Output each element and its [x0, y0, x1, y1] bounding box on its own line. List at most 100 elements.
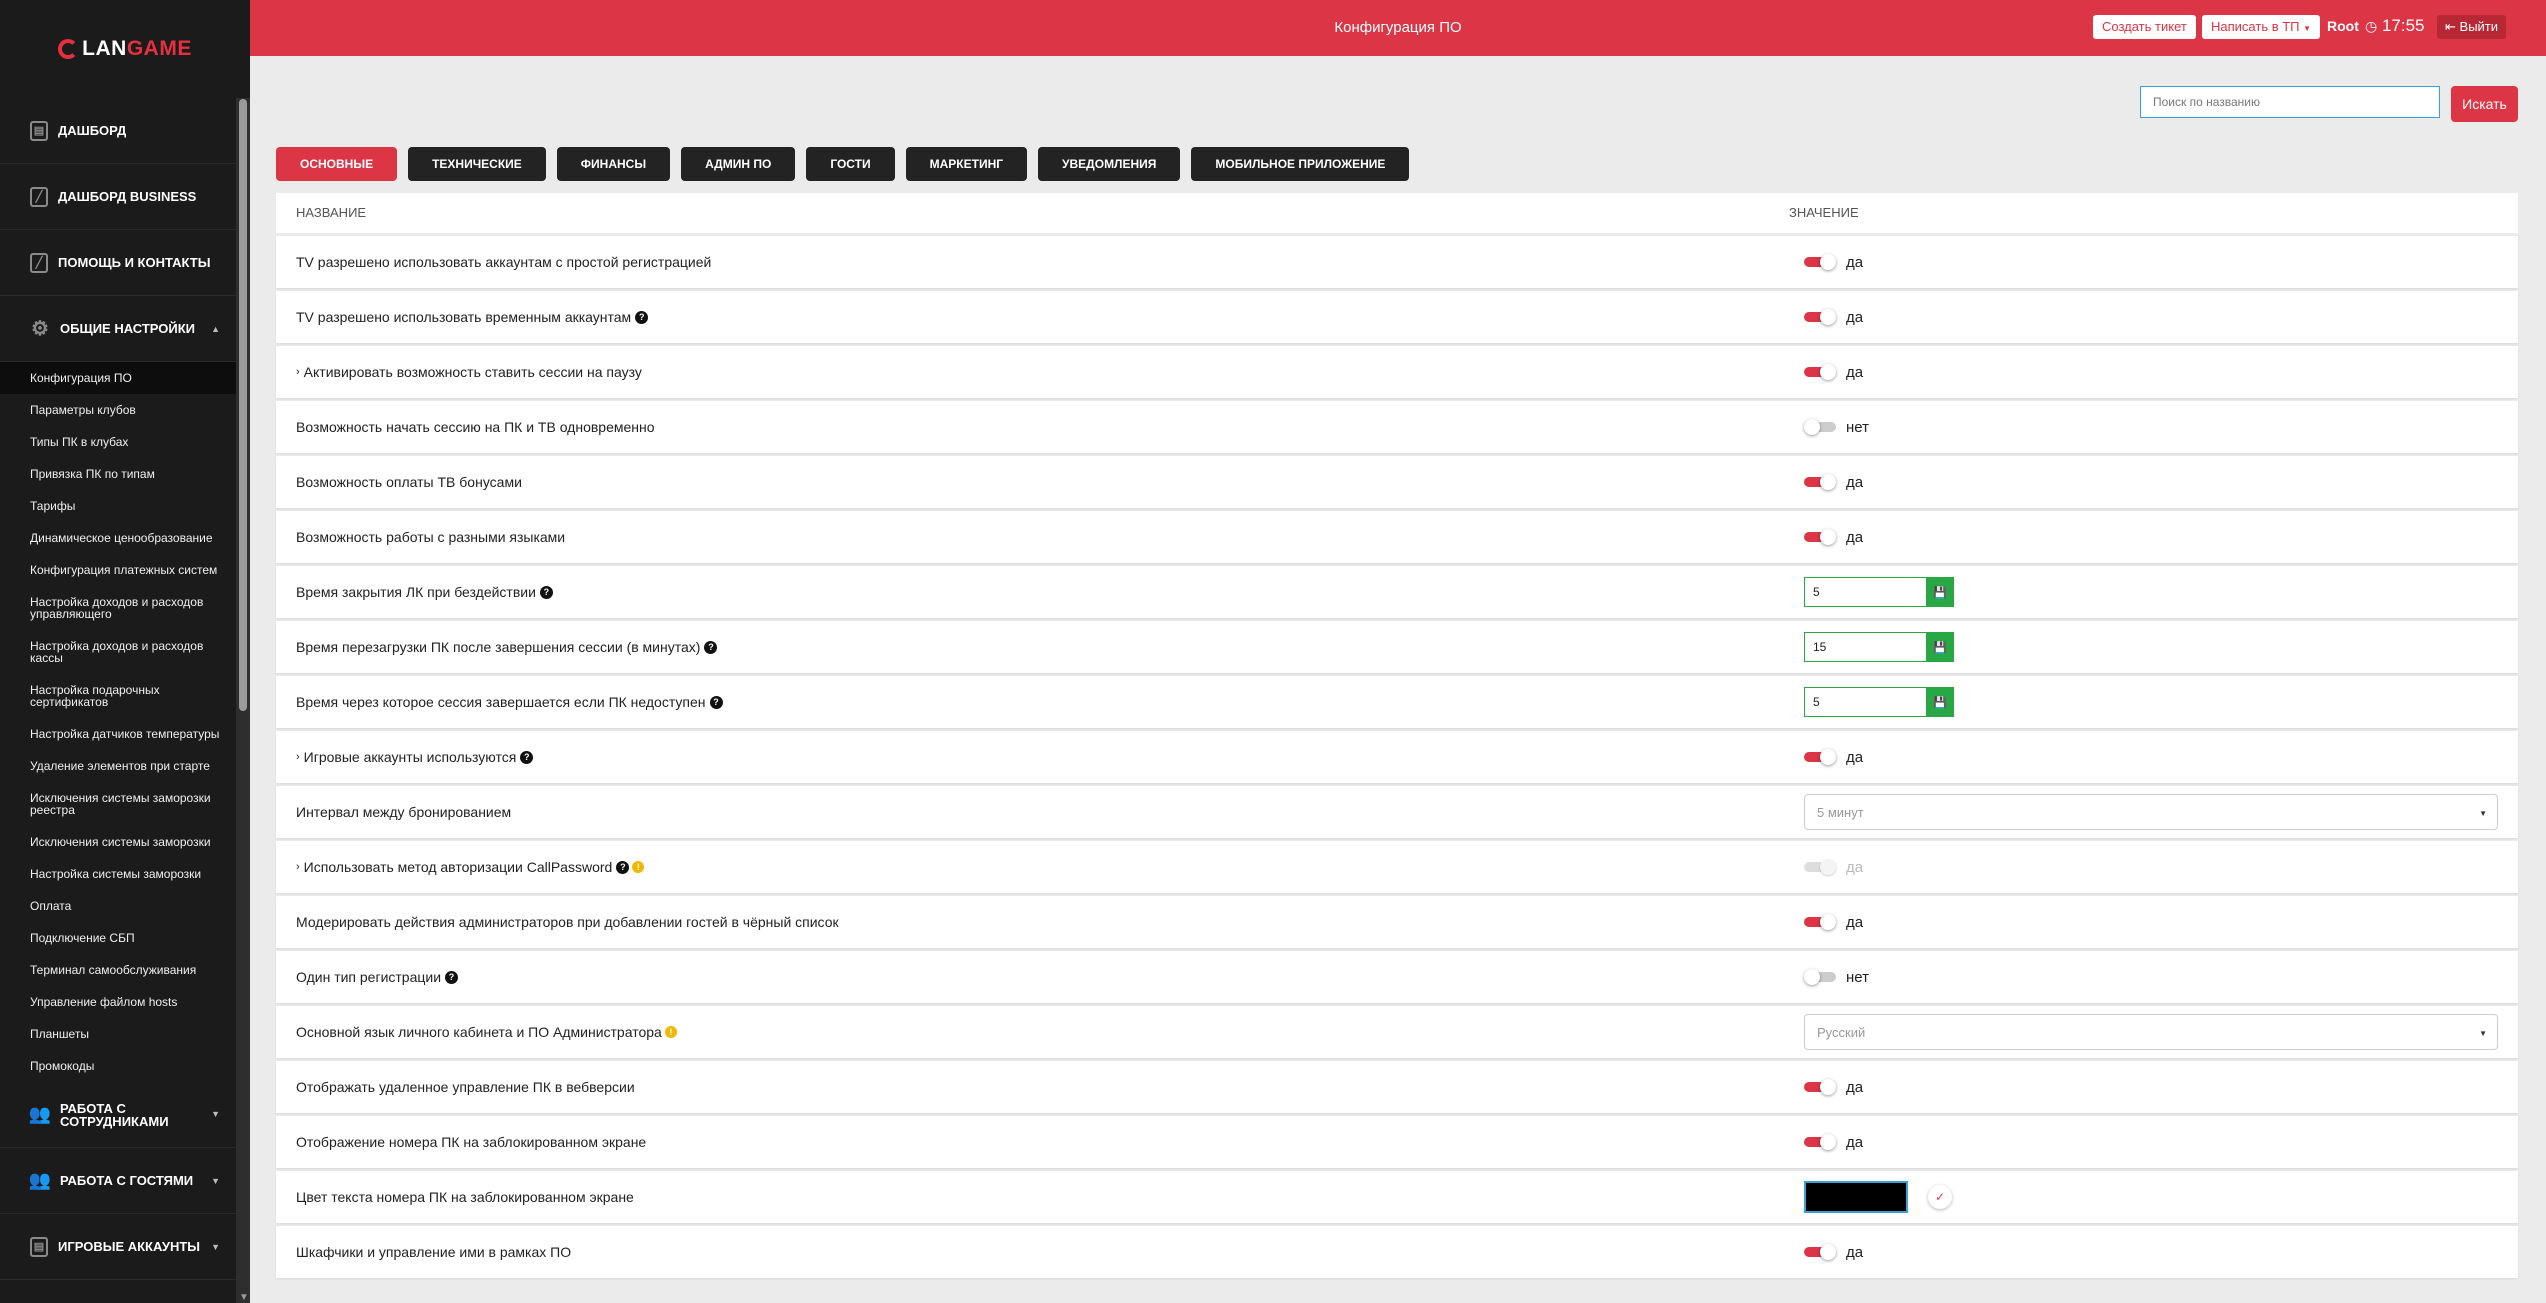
color-picker-swatch[interactable]: [1804, 1181, 1908, 1213]
user-name[interactable]: Root: [2327, 18, 2359, 34]
save-icon[interactable]: 💾: [1926, 687, 1954, 717]
sidebar-item-staff[interactable]: 👥 РАБОТА С СОТРУДНИКАМИ ▼: [0, 1082, 236, 1148]
sidebar-subitem-freeze-exceptions[interactable]: Исключения системы заморозки: [0, 826, 236, 858]
setting-toggle[interactable]: [1804, 749, 1836, 765]
tab-main[interactable]: ОСНОВНЫЕ: [276, 147, 398, 181]
sidebar-subitem-freeze-settings[interactable]: Настройка системы заморозки: [0, 858, 236, 890]
logout-button[interactable]: ⇤ Выйти: [2437, 15, 2507, 39]
sidebar-subitem-tariffs[interactable]: Тарифы: [0, 490, 236, 522]
sidebar-scrollbar-thumb[interactable]: [239, 99, 247, 711]
warning-icon[interactable]: !: [664, 1026, 677, 1038]
sidebar-item-guests[interactable]: 👥 РАБОТА С ГОСТЯМИ ▼: [0, 1148, 236, 1214]
search-input[interactable]: [2140, 86, 2440, 118]
help-icon[interactable]: ?: [520, 750, 534, 764]
sidebar-subitem-pc-binding[interactable]: Привязка ПК по типам: [0, 458, 236, 490]
save-icon[interactable]: 💾: [1926, 577, 1954, 607]
tab-admin-software[interactable]: АДМИН ПО: [681, 147, 796, 181]
setting-toggle[interactable]: [1804, 474, 1836, 490]
table-row: Возможность оплаты ТВ бонусами да: [276, 456, 2518, 508]
toggle-label: да: [1846, 253, 1864, 271]
sidebar-scrollbar[interactable]: ▼: [236, 98, 250, 1303]
sidebar-subitem-club-params[interactable]: Параметры клубов: [0, 394, 236, 426]
setting-toggle[interactable]: [1804, 419, 1836, 435]
setting-number-input[interactable]: [1804, 687, 1926, 717]
sidebar-item-help[interactable]: ╱ ПОМОЩЬ И КОНТАКТЫ: [0, 230, 236, 296]
save-icon[interactable]: 💾: [1926, 632, 1954, 662]
sidebar-subitem-cash-finance[interactable]: Настройка доходов и расходов кассы: [0, 630, 236, 674]
warning-icon[interactable]: !: [632, 861, 645, 873]
sidebar-subitem-payment[interactable]: Оплата: [0, 890, 236, 922]
tab-guests[interactable]: ГОСТИ: [806, 147, 895, 181]
setting-toggle[interactable]: [1804, 364, 1836, 380]
sidebar-subitem-gift-certificates[interactable]: Настройка подарочных сертификатов: [0, 674, 236, 718]
create-ticket-button[interactable]: Создать тикет: [2093, 15, 2196, 39]
sidebar-item-dashboard-business[interactable]: ╱ ДАШБОРД BUSINESS: [0, 164, 236, 230]
setting-name: Возможность работы с разными языками: [296, 529, 566, 545]
tab-mobile-app[interactable]: МОБИЛЬНОЕ ПРИЛОЖЕНИЕ: [1191, 147, 1410, 181]
sidebar-subitem-registry-freeze-exceptions[interactable]: Исключения системы заморозки реестра: [0, 782, 236, 826]
setting-toggle[interactable]: [1804, 309, 1836, 325]
sidebar-subitem-hosts[interactable]: Управление файлом hosts: [0, 986, 236, 1018]
toggle-label: да: [1846, 1133, 1864, 1151]
sidebar-subitem-promocodes[interactable]: Промокоды: [0, 1050, 236, 1082]
sidebar-subitem-dynamic-pricing[interactable]: Динамическое ценообразование: [0, 522, 236, 554]
sidebar-subitem-label: Исключения системы заморозки реестра: [30, 791, 211, 817]
sidebar-subitem-payment-config[interactable]: Конфигурация платежных систем: [0, 554, 236, 586]
sidebar-item-general-settings[interactable]: ⚙ ОБЩИЕ НАСТРОЙКИ ▲: [0, 296, 236, 362]
setting-select[interactable]: 5 минут ▼: [1804, 794, 2498, 830]
help-icon[interactable]: ?: [635, 310, 649, 324]
setting-toggle[interactable]: [1804, 859, 1836, 875]
sidebar-subitem-kiosk[interactable]: Терминал самообслуживания: [0, 954, 236, 986]
sidebar-subitem-pc-types[interactable]: Типы ПК в клубах: [0, 426, 236, 458]
toggle-label: да: [1846, 308, 1864, 326]
setting-select[interactable]: Русский ▼: [1804, 1014, 2498, 1050]
sidebar-subitem-startup-removal[interactable]: Удаление элементов при старте: [0, 750, 236, 782]
setting-toggle[interactable]: [1804, 1244, 1836, 1260]
sidebar-subitem-temperature[interactable]: Настройка датчиков температуры: [0, 718, 236, 750]
tab-finance[interactable]: ФИНАНСЫ: [556, 147, 671, 181]
check-icon[interactable]: ✓: [1928, 1185, 1952, 1209]
setting-toggle[interactable]: [1804, 254, 1836, 270]
sidebar-subitem-tablets[interactable]: Планшеты: [0, 1018, 236, 1050]
write-support-button[interactable]: Написать в ТП ▼: [2202, 15, 2321, 39]
sidebar-item-dashboard[interactable]: ▤ ДАШБОРД: [0, 98, 236, 164]
setting-toggle[interactable]: [1804, 1134, 1836, 1150]
toggle-label: нет: [1846, 418, 1869, 436]
sidebar-subitem-label: Настройка доходов и расходов кассы: [30, 639, 204, 665]
table-row: › Использовать метод авторизации CallPass…: [276, 841, 2518, 893]
setting-name: TV разрешено использовать временным акка…: [296, 309, 632, 325]
sidebar-subitem-sbp[interactable]: Подключение СБП: [0, 922, 236, 954]
search-button[interactable]: Искать: [2451, 86, 2518, 122]
tab-notifications[interactable]: УВЕДОМЛЕНИЯ: [1038, 147, 1181, 181]
setting-number-input[interactable]: [1804, 632, 1926, 662]
help-icon[interactable]: ?: [616, 860, 630, 874]
setting-name: Время закрытия ЛК при бездействии: [296, 584, 536, 600]
toggle-label: да: [1846, 858, 1864, 876]
help-icon[interactable]: ?: [445, 970, 459, 984]
sidebar-item-game-accounts[interactable]: ▤ ИГРОВЫЕ АККАУНТЫ ▼: [0, 1214, 236, 1280]
column-header-name: НАЗВАНИЕ: [296, 205, 367, 220]
setting-toggle[interactable]: [1804, 1079, 1836, 1095]
setting-number-input[interactable]: [1804, 577, 1926, 607]
help-icon[interactable]: ?: [704, 640, 718, 654]
chevron-right-icon[interactable]: ›: [296, 751, 300, 763]
setting-toggle[interactable]: [1804, 529, 1836, 545]
sidebar-subitem-manager-finance[interactable]: Настройка доходов и расходов управляющег…: [0, 586, 236, 630]
setting-name: Отображение номера ПК на заблокированном…: [296, 1134, 647, 1150]
setting-toggle[interactable]: [1804, 914, 1836, 930]
logo[interactable]: LANGAME: [0, 0, 250, 98]
help-icon[interactable]: ?: [709, 695, 723, 709]
chevron-right-icon[interactable]: ›: [296, 366, 300, 378]
logout-icon: ⇤: [2445, 19, 2456, 34]
scroll-down-arrow-icon[interactable]: ▼: [239, 1292, 249, 1303]
sidebar-item-label: РАБОТА С ГОСТЯМИ: [60, 1173, 194, 1188]
help-icon[interactable]: ?: [539, 585, 553, 599]
tab-marketing[interactable]: МАРКЕТИНГ: [905, 147, 1028, 181]
chevron-down-icon: ▼: [211, 1109, 220, 1119]
setting-toggle[interactable]: [1804, 969, 1836, 985]
sidebar-subitem-label: Настройка системы заморозки: [30, 867, 202, 881]
clock-icon: ◷: [2365, 18, 2378, 34]
sidebar-subitem-software-config[interactable]: Конфигурация ПО: [0, 362, 236, 394]
tab-technical[interactable]: ТЕХНИЧЕСКИЕ: [408, 147, 546, 181]
chevron-right-icon[interactable]: ›: [296, 861, 300, 873]
